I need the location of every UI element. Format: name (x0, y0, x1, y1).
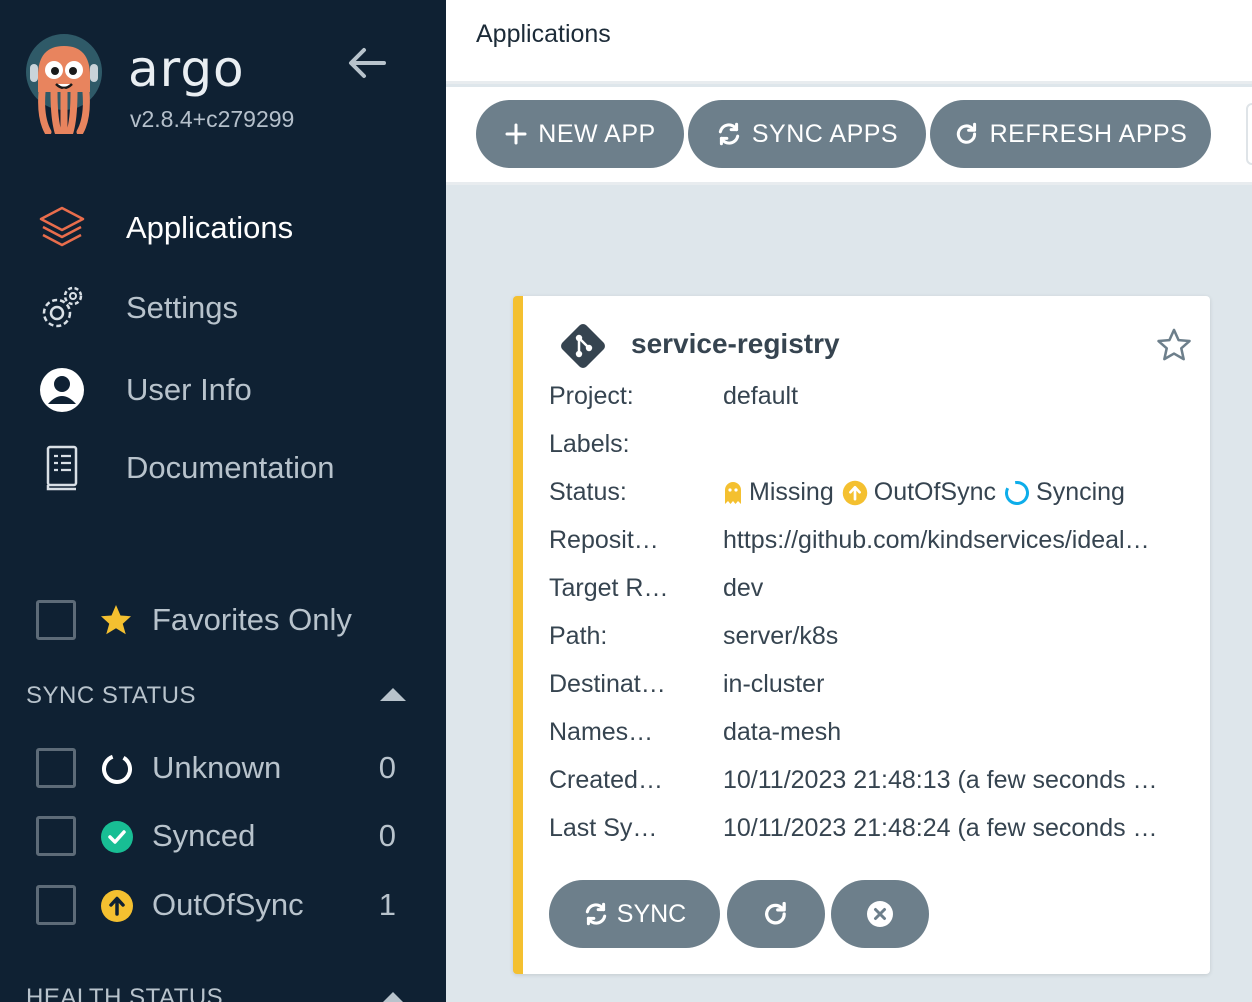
field-value: dev (723, 574, 764, 602)
filter-outofsync: OutOfSync 1 (36, 885, 416, 927)
page-header: Applications (446, 0, 1252, 84)
nav-settings[interactable]: Settings (36, 280, 426, 336)
git-icon (561, 324, 605, 368)
sync-button-label: SYNC (616, 899, 687, 928)
field-key: Names… (549, 718, 654, 746)
plus-icon (505, 123, 527, 145)
field-key: Path: (549, 622, 608, 650)
field-labels: Labels: (549, 430, 1199, 464)
nav-label: Applications (126, 210, 294, 245)
outofsync-checkbox[interactable] (36, 885, 76, 925)
spinner-icon (1005, 480, 1030, 505)
layers-icon (39, 206, 85, 247)
field-namespace: Names… data-mesh (549, 718, 1199, 752)
field-path: Path: server/k8s (549, 622, 1199, 656)
health-status-title: HEALTH STATUS (26, 984, 224, 1002)
nav-label: Documentation (126, 450, 335, 485)
refresh-apps-button[interactable]: REFRESH APPS (930, 100, 1211, 168)
times-circle-icon (867, 901, 893, 927)
filter-label: Unknown (152, 750, 282, 785)
nav-applications[interactable]: Applications (36, 200, 426, 256)
sync-icon (718, 122, 740, 146)
book-icon (46, 445, 78, 491)
new-app-button[interactable]: NEW APP (476, 100, 684, 168)
sidebar: argo v2.8.4+c279299 Applications Setting… (0, 0, 446, 1002)
field-key: Destinat… (549, 670, 666, 698)
sync-status: OutOfSync (873, 478, 997, 506)
app-name[interactable]: service-registry (631, 328, 840, 360)
favorites-checkbox[interactable] (36, 600, 76, 640)
brand-name: argo (128, 40, 245, 98)
star-icon (101, 605, 131, 635)
nav-label: User Info (126, 372, 252, 407)
sync-apps-label: SYNC APPS (751, 119, 899, 148)
field-destination: Destinat… in-cluster (549, 670, 1199, 704)
favorites-filter: Favorites Only (36, 600, 426, 640)
caret-up-icon[interactable] (380, 992, 406, 1002)
synced-checkbox[interactable] (36, 816, 76, 856)
field-key: Status: (549, 478, 627, 506)
gears-icon (42, 286, 83, 328)
refresh-button[interactable] (727, 880, 825, 948)
filter-count: 0 (378, 750, 396, 785)
sync-status-title: SYNC STATUS (26, 682, 196, 709)
user-icon (40, 368, 84, 412)
field-project: Project: default (549, 382, 1199, 416)
filter-label: OutOfSync (152, 887, 304, 922)
field-key: Labels: (549, 430, 630, 458)
health-status: Missing (749, 478, 834, 506)
field-key: Target R… (549, 574, 669, 602)
nav-documentation[interactable]: Documentation (36, 440, 426, 496)
field-value: 10/11/2023 21:48:13 (a few seconds … (723, 766, 1158, 794)
field-value: data-mesh (723, 718, 842, 746)
sync-icon (585, 902, 606, 926)
field-value: in-cluster (723, 670, 825, 698)
app-card[interactable]: service-registry Project: default Labels… (513, 296, 1210, 974)
field-value: 10/11/2023 21:48:24 (a few seconds … (723, 814, 1158, 842)
sync-button[interactable]: SYNC (549, 880, 720, 948)
redo-icon (956, 122, 976, 144)
field-created: Created… 10/11/2023 21:48:13 (a few seco… (549, 766, 1199, 800)
filter-label: Synced (152, 818, 256, 853)
ghost-icon (725, 481, 741, 504)
sync-apps-button[interactable]: SYNC APPS (688, 100, 926, 168)
nav-label: Settings (126, 290, 239, 325)
field-status: Status: Missing OutOfSync Syncing (549, 478, 1199, 512)
version-label: v2.8.4+c279299 (130, 106, 295, 132)
filter-count: 0 (378, 818, 396, 853)
unknown-checkbox[interactable] (36, 748, 76, 788)
field-key: Reposit… (549, 526, 659, 554)
toolbar: NEW APP SYNC APPS REFRESH APPS (446, 87, 1252, 185)
field-last-sync: Last Sy… 10/11/2023 21:48:24 (a few seco… (549, 814, 1199, 848)
field-target-revision: Target R… dev (549, 574, 1199, 608)
field-key: Created… (549, 766, 663, 794)
toolbar-overflow-control[interactable] (1246, 103, 1252, 165)
collapse-arrow-icon[interactable] (346, 42, 388, 84)
delete-button[interactable] (831, 880, 929, 948)
favorites-label: Favorites Only (152, 602, 352, 637)
nav-user-info[interactable]: User Info (36, 362, 426, 418)
arrow-up-circle-icon (842, 480, 867, 505)
operation-status: Syncing (1036, 478, 1125, 506)
field-value: server/k8s (723, 622, 839, 650)
arrow-up-circle-icon (101, 890, 133, 922)
star-outline-icon[interactable] (1155, 326, 1193, 364)
caret-up-icon[interactable] (380, 688, 406, 701)
check-circle-icon (101, 821, 133, 853)
new-app-label: NEW APP (538, 119, 656, 148)
refresh-apps-label: REFRESH APPS (989, 119, 1188, 148)
status-values: Missing OutOfSync Syncing (723, 478, 1125, 507)
filter-unknown: Unknown 0 (36, 748, 416, 790)
filter-synced: Synced 0 (36, 816, 416, 858)
field-key: Last Sy… (549, 814, 658, 842)
field-repository: Reposit… https://github.com/kindservices… (549, 526, 1199, 560)
field-key: Project: (549, 382, 634, 410)
argo-logo-icon (26, 34, 102, 134)
circle-notch-icon (102, 754, 132, 784)
redo-icon (765, 901, 786, 925)
field-value[interactable]: https://github.com/kindservices/ideal… (723, 526, 1150, 555)
filter-count: 1 (378, 887, 396, 922)
field-value: default (723, 382, 799, 410)
page-title: Applications (476, 20, 611, 48)
